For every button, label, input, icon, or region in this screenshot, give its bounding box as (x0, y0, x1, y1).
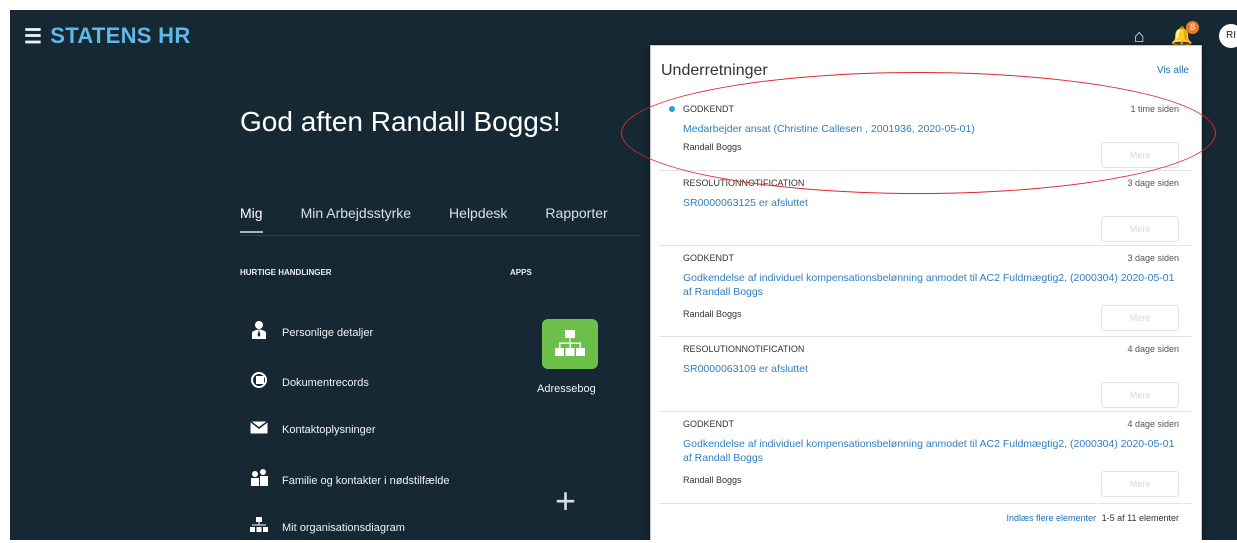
quick-action-dokumentrecords[interactable]: Dokumentrecords (250, 372, 369, 393)
envelope-icon (250, 420, 268, 439)
notification-type: GODKENDT (683, 253, 735, 263)
greeting: God aften Randall Boggs! (240, 106, 561, 137)
load-more-link[interactable]: Indlæs flere elementer (1006, 513, 1096, 523)
show-all-link[interactable]: Vis alle (1157, 65, 1189, 76)
panel-footer: Indlæs flere elementer 1-5 af 11 element… (659, 504, 1191, 534)
notification-type: RESOLUTIONNOTIFICATION (683, 344, 805, 354)
quick-actions-heading: HURTIGE HANDLINGER (240, 268, 332, 277)
quick-action-organisationsdiagram[interactable]: Mit organisationsdiagram (250, 517, 405, 538)
apps-heading: APPS (510, 268, 532, 277)
app-tile-adressebog[interactable] (542, 319, 598, 369)
notification-user: Randall Boggs (683, 309, 742, 319)
notification-item[interactable]: GODKENDT 4 dage siden Godkendelse af ind… (659, 411, 1191, 504)
quick-action-kontaktoplysninger[interactable]: Kontaktoplysninger (250, 420, 376, 439)
quick-action-familie[interactable]: Familie og kontakter i nødstilfælde (250, 469, 450, 492)
notification-message[interactable]: Medarbejder ansat (Christine Callesen , … (683, 122, 1183, 136)
notification-badge: 8 (1186, 20, 1199, 34)
tab-mig[interactable]: Mig (240, 205, 263, 233)
notifications-panel: Underretninger Vis alle GODKENDT 1 time … (650, 45, 1202, 540)
notification-time: 1 time siden (1130, 104, 1179, 114)
tab-rapporter[interactable]: Rapporter (545, 205, 607, 233)
notification-type: RESOLUTIONNOTIFICATION (683, 178, 805, 188)
more-button[interactable]: Mere (1101, 305, 1179, 331)
notification-item[interactable]: RESOLUTIONNOTIFICATION 3 dage siden SR00… (659, 170, 1191, 246)
brand: ☰ STATENS HR (24, 23, 191, 49)
more-button[interactable]: Mere (1101, 142, 1179, 168)
notification-type: GODKENDT (683, 104, 735, 114)
tabs-divider (240, 235, 640, 236)
home-icon[interactable]: ⌂ (1134, 26, 1145, 47)
notification-message[interactable]: Godkendelse af individuel kompensationsb… (683, 437, 1183, 465)
quick-action-label: Familie og kontakter i nødstilfælde (282, 474, 450, 487)
app-label-adressebog: Adressebog (537, 383, 596, 395)
org-chart-icon (250, 517, 268, 538)
notification-item[interactable]: GODKENDT 1 time siden Medarbejder ansat … (659, 96, 1191, 171)
tab-min-arbejdsstyrke[interactable]: Min Arbejdsstyrke (301, 205, 411, 233)
notification-user: Randall Boggs (683, 475, 742, 485)
notifications-bell[interactable]: 🔔 8 (1171, 20, 1199, 47)
quick-action-label: Personlige detaljer (282, 326, 374, 339)
unread-dot-icon (669, 106, 675, 112)
notification-time: 3 dage siden (1127, 253, 1179, 263)
tab-bar: Mig Min Arbejdsstyrke Helpdesk Rapporter (240, 205, 646, 233)
item-count: 1-5 af 11 elementer (1101, 513, 1179, 523)
person-icon (250, 321, 268, 344)
notification-message[interactable]: SR0000063109 er afsluttet (683, 362, 1183, 376)
quick-action-personlige-detaljer[interactable]: Personlige detaljer (250, 321, 373, 344)
notification-time: 4 dage siden (1127, 344, 1179, 354)
notification-user: Randall Boggs (683, 142, 742, 152)
hamburger-menu-icon[interactable]: ☰ (24, 24, 42, 49)
notification-type: GODKENDT (683, 419, 735, 429)
more-button[interactable]: Mere (1101, 471, 1179, 497)
notification-item[interactable]: RESOLUTIONNOTIFICATION 4 dage siden SR00… (659, 336, 1191, 412)
more-button[interactable]: Mere (1101, 382, 1179, 408)
notification-item[interactable]: GODKENDT 3 dage siden Godkendelse af ind… (659, 245, 1191, 337)
document-records-icon (250, 372, 268, 393)
family-icon (250, 469, 268, 492)
add-app-plus-icon[interactable]: + (555, 480, 576, 522)
tab-helpdesk[interactable]: Helpdesk (449, 205, 507, 233)
quick-action-label: Mit organisationsdiagram (282, 521, 405, 534)
org-chart-icon (555, 330, 585, 356)
notification-message[interactable]: Godkendelse af individuel kompensationsb… (683, 271, 1183, 299)
brand-title[interactable]: STATENS HR (50, 23, 190, 49)
more-button[interactable]: Mere (1101, 216, 1179, 242)
app-window: ☰ STATENS HR ⌂ 🔔 8 RI God aften Randall … (10, 10, 1237, 540)
panel-title: Underretninger (661, 62, 768, 79)
notification-time: 4 dage siden (1127, 419, 1179, 429)
notification-time: 3 dage siden (1127, 178, 1179, 188)
notification-message[interactable]: SR0000063125 er afsluttet (683, 196, 1183, 210)
avatar[interactable]: RI (1219, 24, 1237, 48)
quick-action-label: Dokumentrecords (282, 376, 369, 389)
quick-action-label: Kontaktoplysninger (282, 424, 376, 436)
